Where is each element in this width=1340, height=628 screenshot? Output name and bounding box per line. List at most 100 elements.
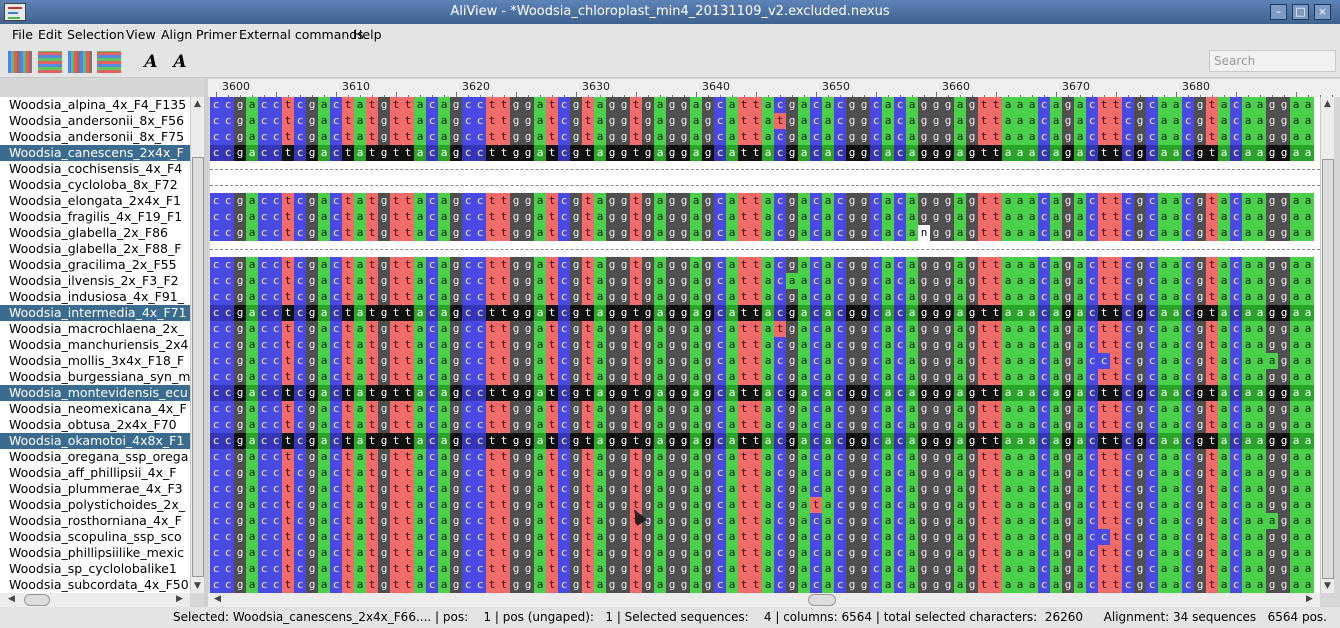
- base-cell[interactable]: g: [522, 417, 534, 433]
- base-cell[interactable]: g: [450, 337, 462, 353]
- base-cell[interactable]: g: [1134, 369, 1146, 385]
- base-cell[interactable]: a: [1026, 497, 1038, 513]
- base-cell[interactable]: t: [402, 513, 414, 529]
- base-cell[interactable]: a: [954, 353, 966, 369]
- base-cell[interactable]: c: [1182, 129, 1194, 145]
- base-cell[interactable]: t: [1110, 545, 1122, 561]
- base-cell[interactable]: c: [1122, 305, 1134, 321]
- base-cell[interactable]: a: [1014, 289, 1026, 305]
- base-cell[interactable]: a: [1254, 337, 1266, 353]
- base-cell[interactable]: t: [390, 145, 402, 161]
- base-cell[interactable]: a: [822, 433, 834, 449]
- base-cell[interactable]: c: [558, 417, 570, 433]
- base-cell[interactable]: c: [294, 337, 306, 353]
- base-cell[interactable]: c: [1086, 225, 1098, 241]
- base-cell[interactable]: t: [282, 97, 294, 113]
- base-cell[interactable]: a: [1002, 561, 1014, 577]
- base-cell[interactable]: a: [654, 577, 666, 593]
- base-cell[interactable]: g: [378, 465, 390, 481]
- base-cell[interactable]: t: [342, 225, 354, 241]
- base-cell[interactable]: t: [486, 545, 498, 561]
- base-cell[interactable]: c: [294, 145, 306, 161]
- base-cell[interactable]: t: [630, 257, 642, 273]
- base-cell[interactable]: a: [762, 353, 774, 369]
- base-cell[interactable]: a: [1302, 145, 1314, 161]
- base-cell[interactable]: a: [882, 385, 894, 401]
- base-cell[interactable]: t: [342, 545, 354, 561]
- base-cell[interactable]: g: [570, 273, 582, 289]
- base-cell[interactable]: g: [786, 449, 798, 465]
- base-cell[interactable]: c: [258, 465, 270, 481]
- menu-selection[interactable]: Selection: [67, 27, 125, 42]
- base-cell[interactable]: c: [474, 545, 486, 561]
- base-cell[interactable]: c: [258, 337, 270, 353]
- base-cell[interactable]: g: [510, 561, 522, 577]
- base-cell[interactable]: t: [342, 337, 354, 353]
- base-cell[interactable]: a: [1014, 321, 1026, 337]
- base-cell[interactable]: c: [774, 225, 786, 241]
- base-cell[interactable]: c: [1182, 289, 1194, 305]
- base-cell[interactable]: a: [1014, 497, 1026, 513]
- base-cell[interactable]: t: [486, 257, 498, 273]
- base-cell[interactable]: g: [1266, 129, 1278, 145]
- base-cell[interactable]: a: [594, 209, 606, 225]
- base-cell[interactable]: a: [654, 337, 666, 353]
- base-cell[interactable]: t: [738, 113, 750, 129]
- base-cell[interactable]: c: [894, 97, 906, 113]
- base-cell[interactable]: t: [1206, 289, 1218, 305]
- base-cell[interactable]: a: [1170, 481, 1182, 497]
- base-cell[interactable]: g: [618, 353, 630, 369]
- base-cell[interactable]: t: [282, 113, 294, 129]
- base-cell[interactable]: t: [546, 481, 558, 497]
- base-cell[interactable]: g: [786, 497, 798, 513]
- base-cell[interactable]: g: [522, 465, 534, 481]
- base-cell[interactable]: t: [1098, 449, 1110, 465]
- base-cell[interactable]: g: [642, 273, 654, 289]
- base-cell[interactable]: a: [594, 321, 606, 337]
- pane-splitter[interactable]: [204, 79, 208, 607]
- base-cell[interactable]: a: [1218, 353, 1230, 369]
- base-cell[interactable]: g: [1134, 321, 1146, 337]
- base-cell[interactable]: c: [558, 449, 570, 465]
- base-cell[interactable]: c: [294, 529, 306, 545]
- base-cell[interactable]: t: [750, 513, 762, 529]
- alignment-row[interactable]: ccgacctcgactatgttacagccttggatcgtaggtgagg…: [210, 465, 1320, 481]
- base-cell[interactable]: c: [894, 481, 906, 497]
- base-cell[interactable]: a: [534, 417, 546, 433]
- base-cell[interactable]: g: [858, 577, 870, 593]
- base-cell[interactable]: t: [750, 193, 762, 209]
- base-cell[interactable]: t: [1206, 353, 1218, 369]
- base-cell[interactable]: c: [258, 193, 270, 209]
- base-cell[interactable]: a: [1302, 305, 1314, 321]
- base-cell[interactable]: t: [978, 97, 990, 113]
- base-cell[interactable]: g: [510, 481, 522, 497]
- base-cell[interactable]: a: [798, 497, 810, 513]
- base-cell[interactable]: t: [282, 225, 294, 241]
- base-cell[interactable]: t: [1110, 289, 1122, 305]
- base-cell[interactable]: g: [918, 353, 930, 369]
- base-cell[interactable]: a: [762, 193, 774, 209]
- base-cell[interactable]: g: [846, 113, 858, 129]
- base-cell[interactable]: a: [1218, 97, 1230, 113]
- base-cell[interactable]: g: [966, 497, 978, 513]
- base-cell[interactable]: a: [354, 481, 366, 497]
- base-cell[interactable]: g: [378, 481, 390, 497]
- base-cell[interactable]: g: [522, 385, 534, 401]
- base-cell[interactable]: t: [1206, 369, 1218, 385]
- base-cell[interactable]: g: [450, 225, 462, 241]
- base-cell[interactable]: a: [1026, 529, 1038, 545]
- sequence-name[interactable]: Woodsia_glabella_2x_F88_F: [0, 241, 190, 257]
- base-cell[interactable]: c: [714, 513, 726, 529]
- base-cell[interactable]: a: [414, 337, 426, 353]
- base-cell[interactable]: g: [846, 401, 858, 417]
- base-cell[interactable]: a: [354, 449, 366, 465]
- base-cell[interactable]: c: [1230, 417, 1242, 433]
- base-cell[interactable]: c: [426, 513, 438, 529]
- base-cell[interactable]: a: [414, 305, 426, 321]
- base-cell[interactable]: a: [654, 129, 666, 145]
- base-cell[interactable]: g: [618, 465, 630, 481]
- base-cell[interactable]: g: [858, 129, 870, 145]
- base-cell[interactable]: a: [1302, 561, 1314, 577]
- base-cell[interactable]: a: [954, 129, 966, 145]
- base-cell[interactable]: c: [1038, 337, 1050, 353]
